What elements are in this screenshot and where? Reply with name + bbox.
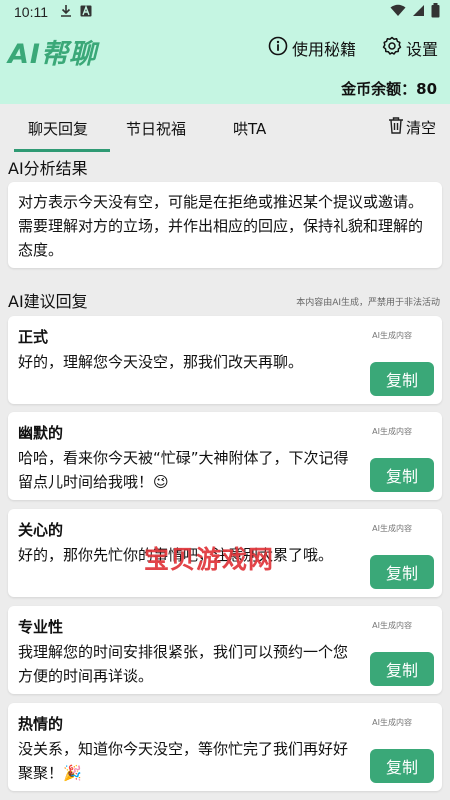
copy-button[interactable]: 复制 <box>370 652 434 686</box>
status-bar: 10:11 <box>0 0 450 24</box>
wifi-icon <box>390 4 406 21</box>
reply-text: 哈哈，看来你今天被“忙碌”大神附体了，下次记得留点儿时间给我哦！😉 <box>18 449 349 491</box>
help-button[interactable]: 使用秘籍 <box>268 36 356 60</box>
tab-chat-reply[interactable]: 聊天回复 <box>28 118 88 139</box>
tab-bar: 聊天回复 节日祝福 哄TA <box>0 104 450 154</box>
trash-icon <box>388 116 404 138</box>
ai-generated-tag: AI生成内容 <box>372 621 412 630</box>
app-header: AI帮聊 使用秘籍 设置 金币余额：80 <box>0 24 450 104</box>
reply-card: 幽默的 AI生成内容 哈哈，看来你今天被“忙碌”大神附体了，下次记得留点儿时间给… <box>8 412 442 500</box>
signal-icon <box>412 4 425 21</box>
ai-generated-tag: AI生成内容 <box>372 524 412 533</box>
copy-button[interactable]: 复制 <box>370 458 434 492</box>
a-icon <box>80 4 92 20</box>
reply-card: 热情的 AI生成内容 没关系，知道你今天没空，等你忙完了我们再好好聚聚！🎉 复制 <box>8 703 442 791</box>
settings-label: 设置 <box>406 40 439 59</box>
coin-balance: 金币余额：80 <box>341 80 437 98</box>
reply-card: 正式 AI生成内容 好的，理解您今天没空，那我们改天再聊。 复制 <box>8 316 442 404</box>
ai-generated-tag: AI生成内容 <box>372 718 412 727</box>
analysis-text: 对方表示今天没有空，可能是在拒绝或推迟某个提议或邀请。需要理解对方的立场，并作出… <box>18 193 424 259</box>
gear-icon <box>382 36 402 60</box>
tab-holiday-wishes[interactable]: 节日祝福 <box>126 118 186 139</box>
battery-icon <box>431 2 440 22</box>
info-icon <box>268 36 288 60</box>
reply-style-label: 幽默的 <box>18 424 64 442</box>
analysis-card: 对方表示今天没有空，可能是在拒绝或推迟某个提议或邀请。需要理解对方的立场，并作出… <box>8 182 442 268</box>
reply-text: 我理解您的时间安排很紧张，我们可以预约一个您方便的时间再详谈。 <box>18 643 349 685</box>
clear-button[interactable]: 清空 <box>388 116 436 138</box>
reply-text: 没关系，知道你今天没空，等你忙完了我们再好好聚聚！🎉 <box>18 740 349 782</box>
help-label: 使用秘籍 <box>292 40 357 59</box>
copy-button[interactable]: 复制 <box>370 362 434 396</box>
reply-card: 专业性 AI生成内容 我理解您的时间安排很紧张，我们可以预约一个您方便的时间再详… <box>8 606 442 694</box>
settings-button[interactable]: 设置 <box>382 36 438 60</box>
copy-button[interactable]: 复制 <box>370 555 434 589</box>
ai-generated-tag: AI生成内容 <box>372 427 412 436</box>
analysis-title: AI分析结果 <box>8 159 88 178</box>
copy-button[interactable]: 复制 <box>370 749 434 783</box>
reply-style-label: 正式 <box>18 328 49 346</box>
ai-generated-tag: AI生成内容 <box>372 331 412 340</box>
active-tab-indicator <box>14 149 110 152</box>
clear-label: 清空 <box>406 118 437 137</box>
site-watermark: 宝贝游戏网 <box>144 545 275 574</box>
app-logo: AI帮聊 <box>8 39 97 70</box>
reply-text: 好的，理解您今天没空，那我们改天再聊。 <box>18 353 304 371</box>
reply-style-label: 专业性 <box>18 618 64 636</box>
tab-coax[interactable]: 哄TA <box>233 118 266 139</box>
status-time: 10:11 <box>14 4 48 20</box>
download-icon <box>60 4 72 20</box>
suggestions-title: AI建议回复 <box>8 292 88 311</box>
reply-style-label: 关心的 <box>18 521 64 539</box>
reply-style-label: 热情的 <box>18 715 64 733</box>
disclaimer-note: 本内容由AI生成，严禁用于非法活动 <box>296 298 440 308</box>
